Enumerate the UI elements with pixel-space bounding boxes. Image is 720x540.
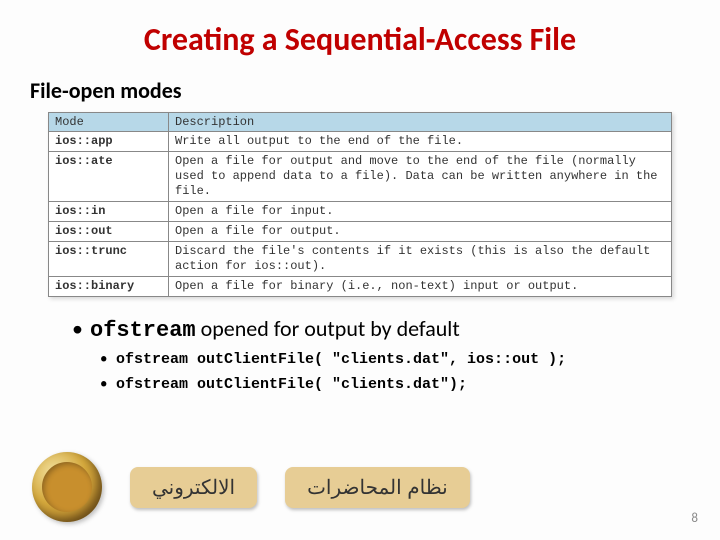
col-desc-header: Description [169, 113, 672, 132]
bullet-item: •ofstream opened for output by default [72, 315, 720, 343]
table-header-row: Mode Description [49, 113, 672, 132]
bullet-rest: opened for output by default [196, 315, 460, 342]
desc-cell: Open a file for input. [169, 202, 672, 222]
seal-inner [42, 462, 92, 512]
mode-cell: ios::in [49, 202, 169, 222]
bullet-list: •ofstream opened for output by default •… [0, 297, 720, 397]
modes-table: Mode Description ios::app Write all outp… [48, 112, 672, 297]
col-mode-header: Mode [49, 113, 169, 132]
bullet-code: ofstream [90, 318, 196, 343]
sub-bullet-item: •ofstream outClientFile( "clients.dat", … [100, 347, 720, 372]
footer-word-1: الالكتروني [130, 467, 257, 508]
footer-word-2: نظام المحاضرات [285, 467, 470, 508]
section-heading: File-open modes [0, 77, 720, 112]
bullet-dot-icon: • [100, 347, 116, 371]
bullet-dot-icon: • [72, 315, 90, 342]
sub-bullet-list: •ofstream outClientFile( "clients.dat", … [72, 347, 720, 397]
table-row: ios::in Open a file for input. [49, 202, 672, 222]
code-line: ofstream outClientFile( "clients.dat"); [116, 376, 467, 393]
page-number: 8 [691, 511, 698, 526]
desc-cell: Open a file for binary (i.e., non-text) … [169, 277, 672, 297]
desc-cell: Discard the file's contents if it exists… [169, 242, 672, 277]
mode-cell: ios::app [49, 132, 169, 152]
desc-cell: Open a file for output and move to the e… [169, 152, 672, 202]
desc-cell: Write all output to the end of the file. [169, 132, 672, 152]
table-row: ios::out Open a file for output. [49, 222, 672, 242]
sub-bullet-item: •ofstream outClientFile( "clients.dat"); [100, 372, 720, 397]
mode-cell: ios::out [49, 222, 169, 242]
modes-table-wrap: Mode Description ios::app Write all outp… [0, 112, 720, 297]
mode-cell: ios::ate [49, 152, 169, 202]
slide-title: Creating a Sequential-Access File [0, 0, 720, 77]
table-row: ios::ate Open a file for output and move… [49, 152, 672, 202]
seal-logo [32, 452, 102, 522]
footer: الالكتروني نظام المحاضرات [32, 452, 470, 522]
mode-cell: ios::binary [49, 277, 169, 297]
desc-cell: Open a file for output. [169, 222, 672, 242]
bullet-dot-icon: • [100, 372, 116, 396]
table-row: ios::binary Open a file for binary (i.e.… [49, 277, 672, 297]
mode-cell: ios::trunc [49, 242, 169, 277]
table-row: ios::trunc Discard the file's contents i… [49, 242, 672, 277]
code-line: ofstream outClientFile( "clients.dat", i… [116, 351, 566, 368]
table-row: ios::app Write all output to the end of … [49, 132, 672, 152]
